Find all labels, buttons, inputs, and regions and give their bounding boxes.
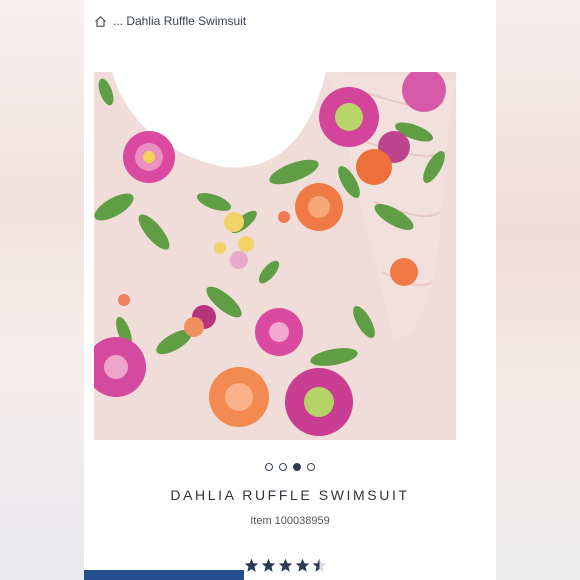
star-icon: [295, 558, 310, 572]
product-image[interactable]: [94, 72, 456, 440]
carousel-dot-1[interactable]: [265, 463, 273, 471]
product-panel: ... Dahlia Ruffle Swimsuit DAHLIA RUFFLE…: [84, 0, 496, 580]
carousel-dot-2[interactable]: [279, 463, 287, 471]
image-carousel-dots: [84, 463, 496, 471]
background-left: [0, 0, 84, 580]
background-right: [496, 0, 580, 580]
bottom-action-bar[interactable]: [84, 570, 244, 580]
star-rating[interactable]: [244, 558, 327, 573]
product-title: DAHLIA RUFFLE SWIMSUIT: [170, 487, 410, 503]
carousel-dot-4[interactable]: [307, 463, 315, 471]
home-icon[interactable]: [94, 15, 107, 28]
star-icon: [278, 558, 293, 572]
item-number: Item 100038959: [250, 515, 330, 527]
half-star-icon: [312, 558, 327, 572]
star-icon: [261, 558, 276, 572]
breadcrumb: ... Dahlia Ruffle Swimsuit: [94, 12, 246, 30]
star-icon: [244, 558, 259, 572]
breadcrumb-current[interactable]: ... Dahlia Ruffle Swimsuit: [113, 14, 246, 28]
carousel-dot-3[interactable]: [293, 463, 301, 471]
